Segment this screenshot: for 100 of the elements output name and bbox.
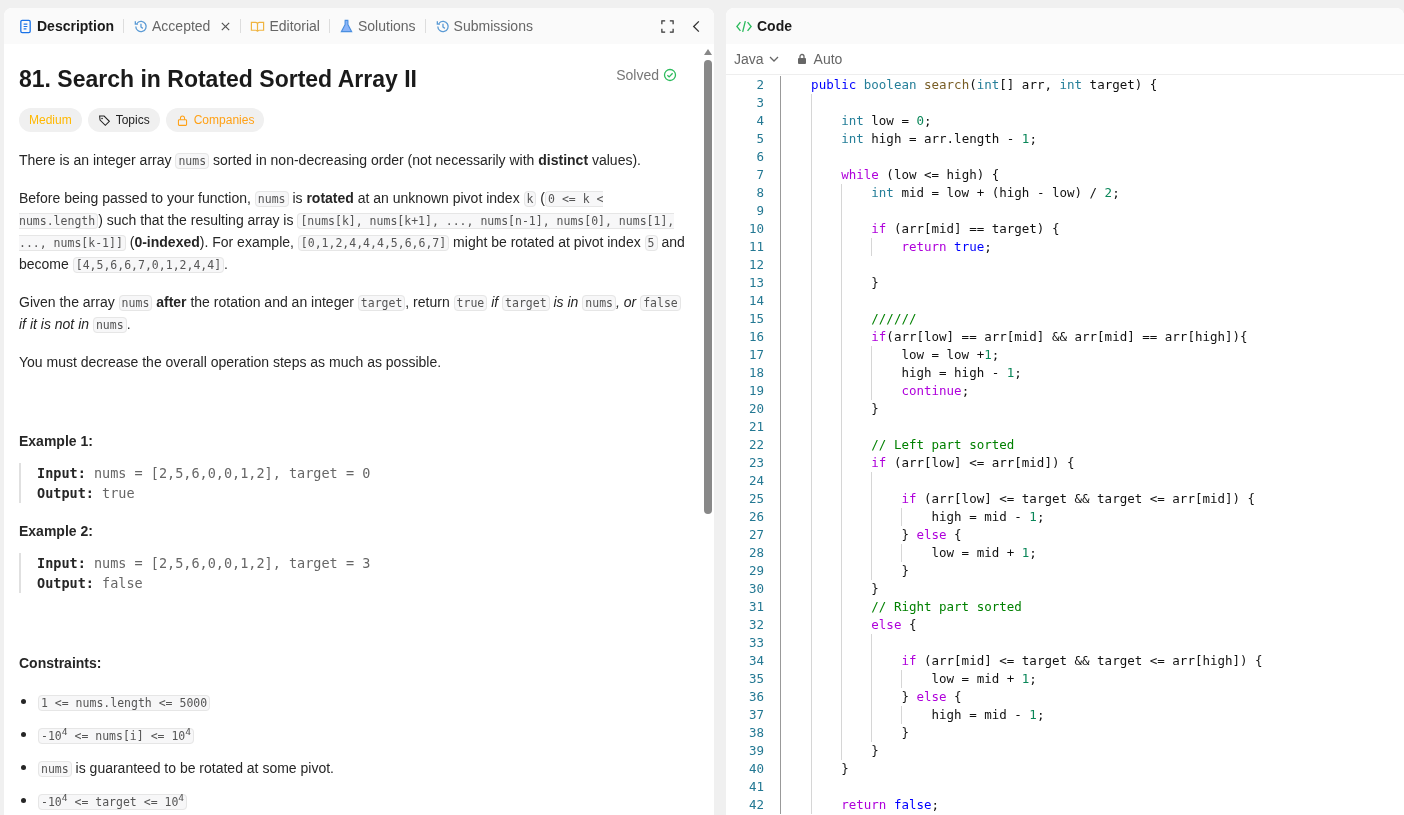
- code-line: }: [900, 725, 909, 740]
- line-number: 3: [755, 94, 764, 112]
- code-line: return true;: [900, 239, 992, 254]
- line-number: 41: [747, 778, 764, 796]
- line-number: 36: [747, 688, 764, 706]
- line-number: 2: [755, 76, 764, 94]
- code-line: high = mid - 1;: [930, 509, 1045, 524]
- line-number: 23: [747, 454, 764, 472]
- line-number: 18: [747, 364, 764, 382]
- line-number: 38: [747, 724, 764, 742]
- line-number: 9: [755, 202, 764, 220]
- line-number: 25: [747, 490, 764, 508]
- lock-icon: [795, 53, 808, 65]
- tab[interactable]: Description: [16, 16, 116, 36]
- code-line: public boolean search(int[] arr, int target) {: [810, 77, 1158, 92]
- code-line: // Right part sorted: [870, 599, 1022, 614]
- tag-chip[interactable]: Topics: [87, 108, 160, 132]
- line-number: 31: [747, 598, 764, 616]
- example-line: Input: nums = [2,5,6,0,0,1,2], target = 3: [37, 554, 372, 573]
- line-number: 30: [747, 580, 764, 598]
- history-icon: [434, 18, 450, 34]
- scroll-up-icon[interactable]: [703, 48, 713, 56]
- close-icon[interactable]: [220, 20, 232, 32]
- code-line: high = mid - 1;: [930, 707, 1045, 722]
- document-icon: [18, 18, 33, 34]
- code-line: continue;: [900, 383, 970, 398]
- line-number: 32: [747, 616, 764, 634]
- code-line: } else {: [900, 689, 962, 704]
- code-line: }: [870, 275, 879, 290]
- code-line: } else {: [900, 527, 962, 542]
- code-line: else {: [870, 617, 917, 632]
- code-line: }: [840, 761, 849, 776]
- check-circle-icon: [663, 68, 677, 82]
- code-line: }: [870, 401, 879, 416]
- panel-title: Code: [757, 18, 792, 34]
- constraint-item: 1 <= nums.length <= 5000: [38, 693, 211, 710]
- code-line: while (low <= high) {: [840, 167, 1000, 182]
- code-line: low = mid + 1;: [930, 545, 1037, 560]
- tab[interactable]: Editorial: [248, 16, 322, 36]
- tab[interactable]: Solutions: [337, 16, 418, 36]
- example-line: Output: true: [37, 484, 136, 503]
- code-line: low = low +1;: [900, 347, 1000, 362]
- line-number: 39: [747, 742, 764, 760]
- code-line: // Left part sorted: [870, 437, 1015, 452]
- code-line: }: [870, 581, 879, 596]
- code-line: if (arr[low] <= target && target <= arr[mid]) {: [900, 491, 1256, 506]
- fullscreen-icon[interactable]: [660, 18, 675, 34]
- tab[interactable]: Submissions: [432, 16, 535, 36]
- code-icon: [736, 19, 752, 33]
- line-number: 20: [747, 400, 764, 418]
- code-line: int low = 0;: [840, 113, 932, 128]
- line-number: 15: [747, 310, 764, 328]
- line-number: 24: [747, 472, 764, 490]
- line-number: 8: [755, 184, 764, 202]
- tab[interactable]: Accepted: [131, 16, 234, 36]
- constraint-item: -10$^{4}$ <= target <= 10$^{4}$: [38, 792, 188, 809]
- mode-label: Auto: [813, 51, 843, 67]
- line-number: 14: [747, 292, 764, 310]
- description-paragraph: Given the array nums after the rotation and an integer target , return true if target is in nums , or false if it is not in nums .: [19, 292, 687, 336]
- tag-icon: [97, 113, 111, 127]
- constraint-item: nums is guaranteed to be rotated at some pivot.: [38, 759, 334, 776]
- line-number: 6: [755, 148, 764, 166]
- line-number: 42: [747, 796, 764, 814]
- example-heading: Example 2:: [19, 523, 94, 539]
- code-line: if (arr[mid] == target) {: [870, 221, 1060, 236]
- description-paragraph: Before being passed to your function, nums is rotated at an unknown pivot index k ( 0 <= k < nums.length ) such that the resulting array is [nums[k], nums[k+1], ..., nums[n-1], nums[0], nums[1], ..., nums[k-1]] (0-indexed). For example, [0,1,2,4,4,4,5,6,6,7] might be rotated at pivot index 5 and become [4,5,6,6,7,0,1,2,4,4] .: [19, 189, 686, 275]
- code-line: if (arr[low] <= arr[mid]) {: [870, 455, 1075, 470]
- language-dropdown[interactable]: Java: [734, 51, 780, 67]
- constraint-item: -10$^{4}$ <= nums[i] <= 10$^{4}$: [38, 726, 195, 743]
- line-number: 5: [755, 130, 764, 148]
- example-line: Output: false: [37, 574, 144, 593]
- line-number: 26: [747, 508, 764, 526]
- code-line: low = mid + 1;: [930, 671, 1037, 686]
- constraints-heading: Constraints:: [19, 655, 103, 671]
- code-line: if(arr[low] == arr[mid] && arr[mid] == arr[high]){: [870, 329, 1248, 344]
- description-paragraph: There is an integer array nums sorted in non-decreasing order (not necessarily with distinct values).: [19, 151, 642, 171]
- line-number: 19: [747, 382, 764, 400]
- line-number: 35: [747, 670, 764, 688]
- code-line: }: [900, 563, 909, 578]
- line-number: 37: [747, 706, 764, 724]
- code-line: //////: [870, 311, 917, 326]
- line-number: 10: [747, 220, 764, 238]
- code-line: high = high - 1;: [900, 365, 1022, 380]
- code-line: int high = arr.length - 1;: [840, 131, 1037, 146]
- code-line: }: [870, 743, 879, 758]
- line-number: 16: [747, 328, 764, 346]
- code-line: int mid = low + (high - low) / 2;: [870, 185, 1120, 200]
- line-number: 27: [747, 526, 764, 544]
- line-number: 33: [747, 634, 764, 652]
- example-line: Input: nums = [2,5,6,0,0,1,2], target = 0: [37, 464, 372, 483]
- description-paragraph: You must decrease the overall operation steps as much as possible.: [19, 353, 443, 372]
- code-line: return false;: [840, 797, 940, 812]
- line-number: 29: [747, 562, 764, 580]
- line-number: 13: [747, 274, 764, 292]
- problem-title: 81. Search in Rotated Sorted Array II: [19, 66, 417, 93]
- history-icon: [133, 18, 148, 34]
- line-number: 22: [747, 436, 764, 454]
- example-heading: Example 1:: [19, 433, 94, 449]
- line-number: 40: [747, 760, 764, 778]
- line-number: 7: [755, 166, 764, 184]
